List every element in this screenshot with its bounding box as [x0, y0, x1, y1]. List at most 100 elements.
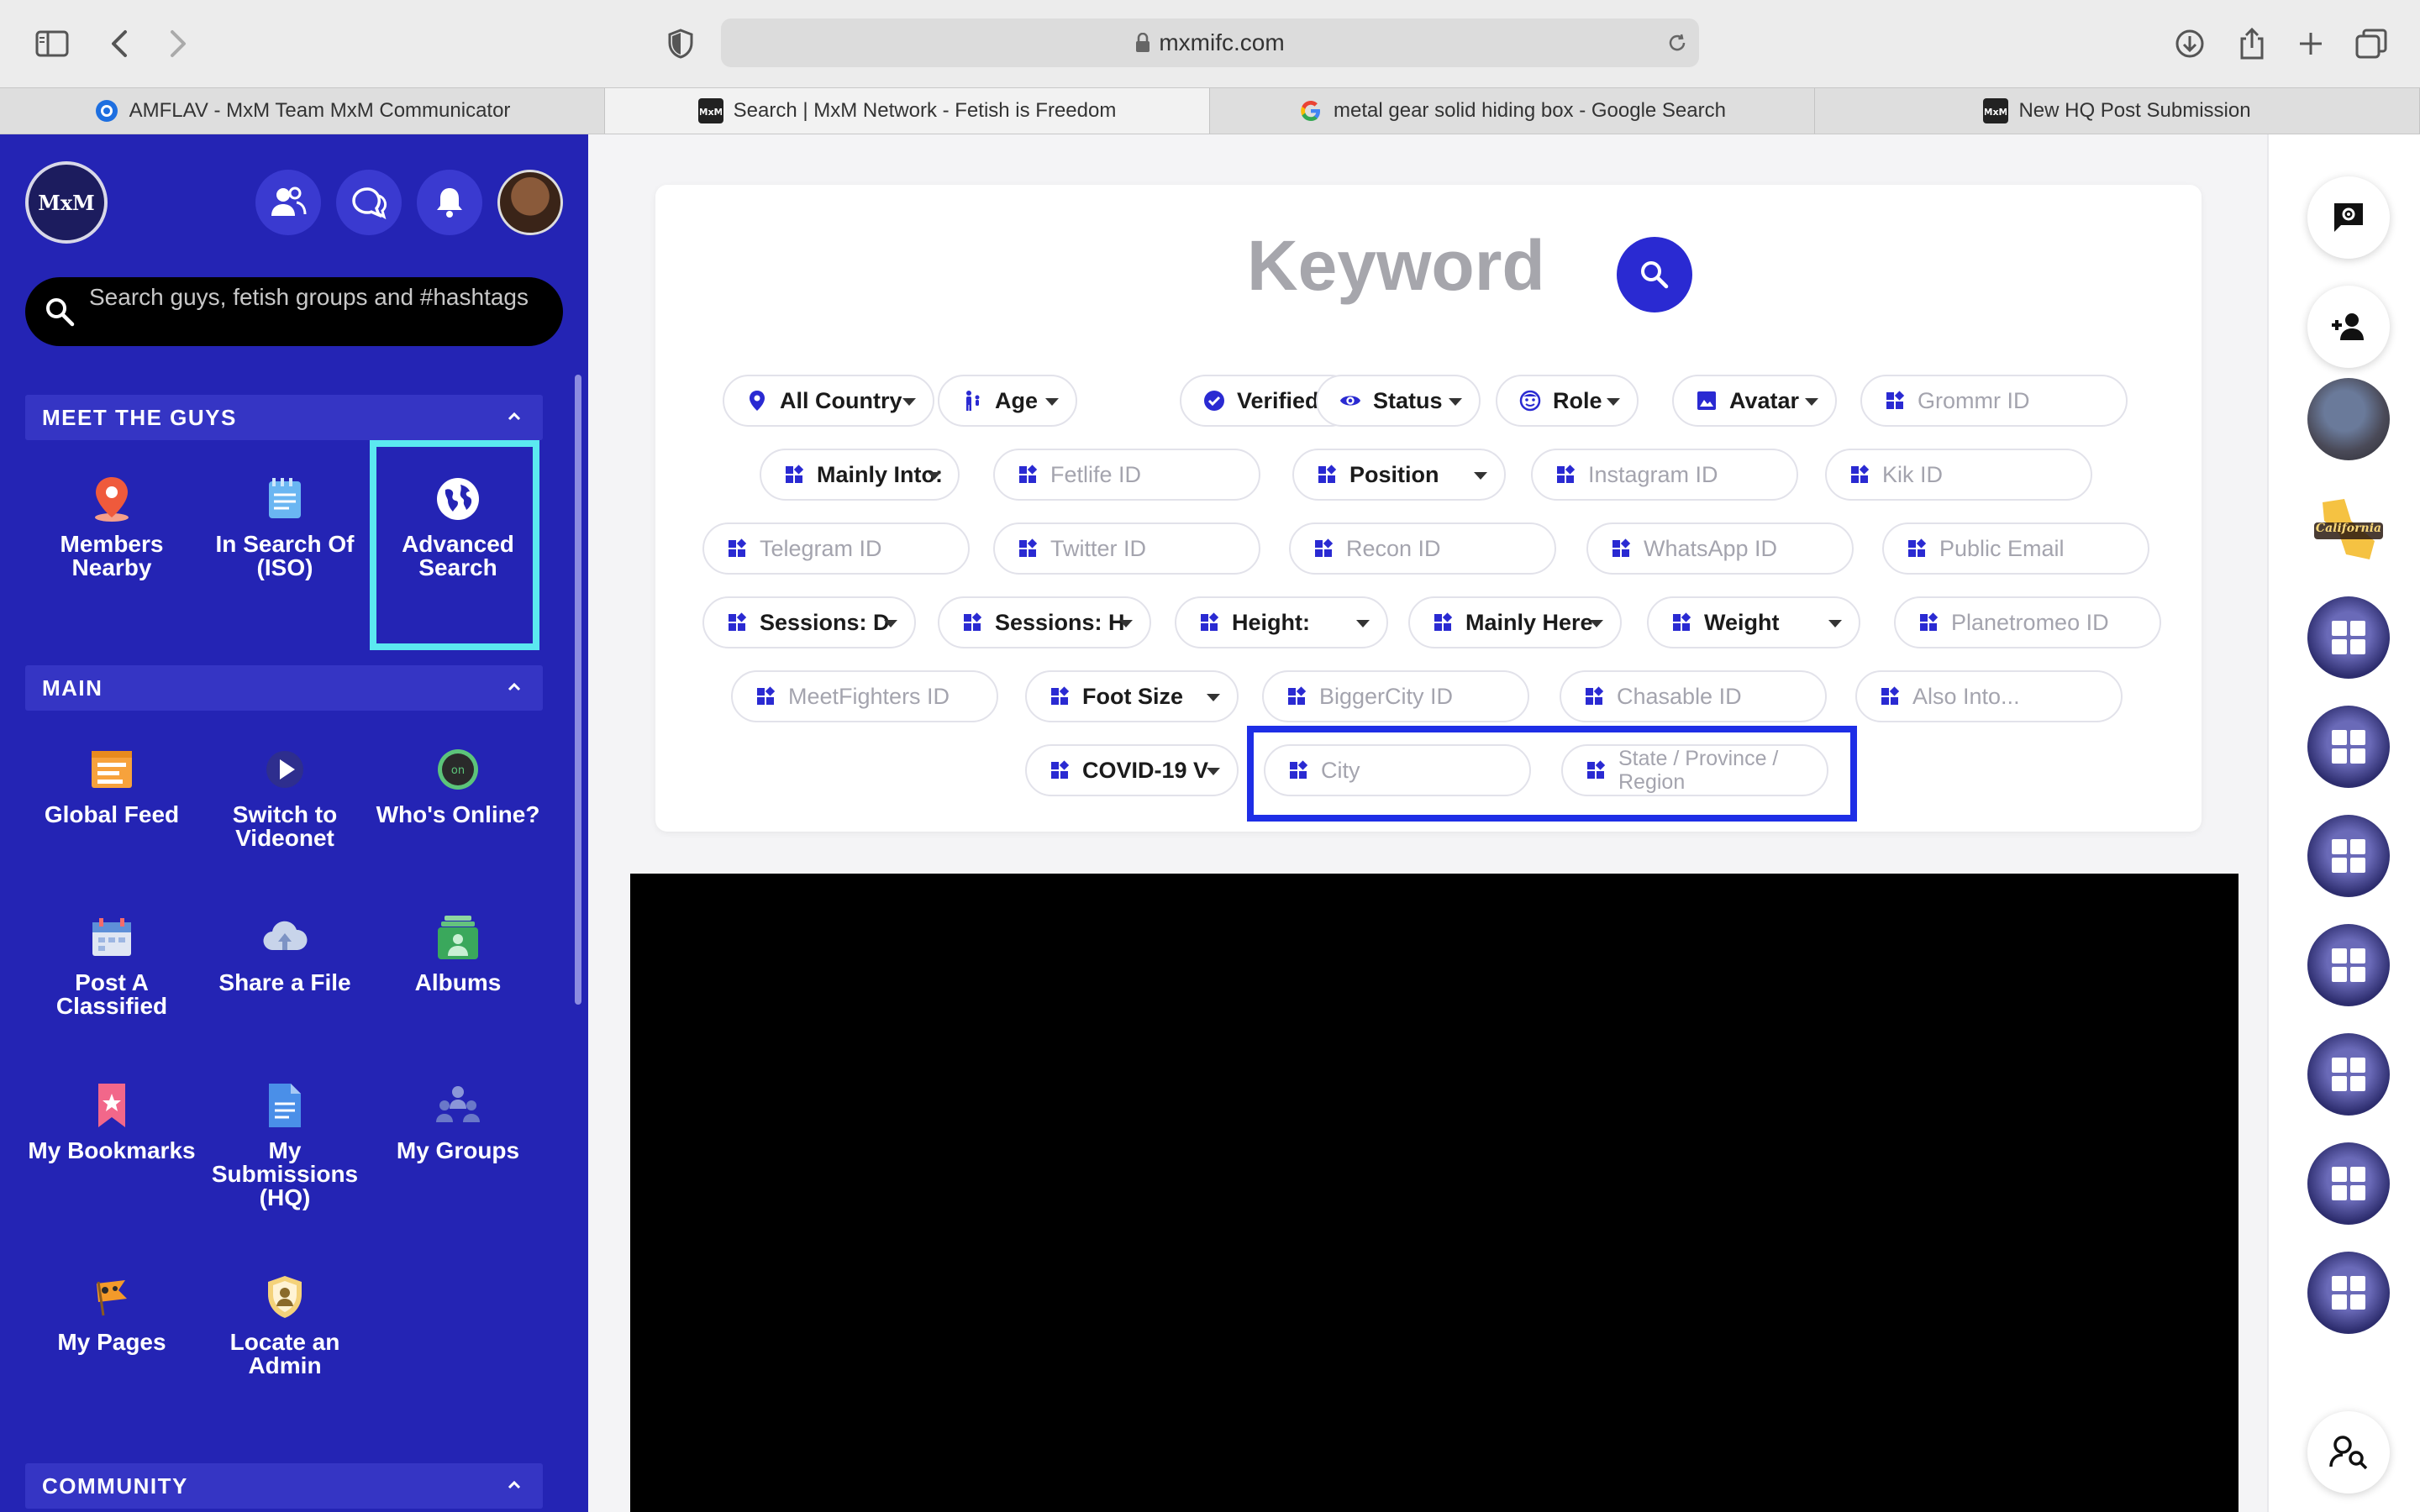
section-header-meet-the-guys[interactable]: MEET THE GUYS: [25, 395, 543, 440]
share-icon[interactable]: [2233, 25, 2270, 62]
caret-down-icon: [1474, 472, 1487, 480]
field-fetlife-id[interactable]: Fetlife ID: [993, 449, 1260, 501]
menu-item-members-nearby[interactable]: Members Nearby: [25, 475, 198, 580]
chat-settings-button[interactable]: [2307, 176, 2390, 259]
menu-item-my-submissions[interactable]: My Submissions (HQ): [198, 1082, 371, 1210]
dropdown-covid-19-v[interactable]: COVID-19 V: [1025, 744, 1239, 796]
privacy-shield-icon[interactable]: [662, 25, 699, 62]
avatar[interactable]: [2307, 924, 2390, 1006]
site-logo[interactable]: MxM: [25, 161, 108, 244]
dropdown-sessions-d[interactable]: Sessions: D: [702, 596, 916, 648]
dropdown-position[interactable]: Position: [1292, 449, 1506, 501]
section-header-main[interactable]: MAIN: [25, 665, 543, 711]
field-twitter-id[interactable]: Twitter ID: [993, 522, 1260, 575]
field-telegram-id[interactable]: Telegram ID: [702, 522, 970, 575]
menu-item-label: Albums: [414, 969, 502, 995]
tab-google[interactable]: metal gear solid hiding box - Google Sea…: [1210, 88, 1815, 134]
dropdown-all-country[interactable]: All Country: [723, 375, 934, 427]
dropdown-height[interactable]: Height:: [1175, 596, 1388, 648]
reload-icon[interactable]: [1667, 33, 1687, 53]
avatar[interactable]: [497, 170, 563, 235]
avatar[interactable]: [2307, 815, 2390, 897]
add-friend-button[interactable]: [2307, 286, 2390, 368]
sidebar-toggle-icon[interactable]: [34, 25, 71, 62]
dropdown-mainly-into[interactable]: Mainly Into:: [760, 449, 960, 501]
avatar[interactable]: [2307, 1252, 2390, 1334]
dropdown-sessions-h[interactable]: Sessions: H: [938, 596, 1151, 648]
chevron-up-icon[interactable]: [506, 1477, 523, 1494]
friends-button[interactable]: [255, 170, 321, 235]
menu-item-post-classified[interactable]: Post A Classified: [25, 914, 198, 1018]
document-icon: [261, 1082, 308, 1129]
sidebar-scrollbar[interactable]: [575, 375, 581, 1005]
menu-item-locate-admin[interactable]: Locate an Admin: [198, 1273, 371, 1378]
field-biggercity-id[interactable]: BiggerCity ID: [1262, 670, 1529, 722]
chevron-up-icon[interactable]: [506, 408, 523, 425]
avatar[interactable]: [2307, 378, 2390, 460]
keyword-search-button[interactable]: [1617, 237, 1692, 312]
dropdown-label: Status: [1373, 387, 1443, 413]
menu-item-switch-videonet[interactable]: Switch to Videonet: [198, 746, 371, 850]
field-placeholder: Instagram ID: [1588, 461, 1718, 487]
download-icon[interactable]: [2171, 25, 2208, 62]
caret-down-icon: [1356, 620, 1370, 627]
field-grommr-id[interactable]: Grommr ID: [1860, 375, 2128, 427]
grid-icon: [2332, 621, 2365, 654]
tab-hq-post[interactable]: MxM New HQ Post Submission: [1815, 88, 2420, 134]
address-bar[interactable]: mxmifc.com: [721, 18, 1699, 67]
user-search-button[interactable]: [2307, 1411, 2390, 1494]
dropdown-age[interactable]: Age: [938, 375, 1077, 427]
dropdown-label: All Country: [780, 387, 902, 413]
notifications-button[interactable]: [417, 170, 482, 235]
menu-item-my-pages[interactable]: My Pages: [25, 1273, 198, 1354]
caret-down-icon: [1207, 768, 1220, 775]
search-input[interactable]: Search guys, fetish groups and #hashtags: [25, 277, 563, 346]
caret-down-icon: [1449, 398, 1462, 406]
messages-button[interactable]: [336, 170, 402, 235]
tab-search[interactable]: MxM Search | MxM Network - Fetish is Fre…: [605, 88, 1210, 134]
browser-toolbar: mxmifc.com: [0, 0, 2420, 87]
field-public-email[interactable]: Public Email: [1882, 522, 2149, 575]
dropdown-avatar[interactable]: Avatar: [1672, 375, 1837, 427]
widget-icon: [1432, 612, 1454, 633]
avatar[interactable]: [2307, 596, 2390, 679]
dropdown-foot-size[interactable]: Foot Size: [1025, 670, 1239, 722]
widget-icon: [783, 464, 805, 486]
menu-item-my-groups[interactable]: My Groups: [371, 1082, 544, 1163]
menu-item-whos-online[interactable]: on Who's Online?: [371, 746, 544, 827]
avatar[interactable]: [2307, 1033, 2390, 1116]
forward-arrow-icon[interactable]: [160, 25, 197, 62]
field-kik-id[interactable]: Kik ID: [1825, 449, 2092, 501]
calendar-icon: [88, 914, 135, 961]
field-whatsapp-id[interactable]: WhatsApp ID: [1586, 522, 1854, 575]
menu-item-in-search-of[interactable]: In Search Of (ISO): [198, 475, 371, 580]
video-player[interactable]: [630, 874, 2238, 1512]
chevron-up-icon[interactable]: [506, 679, 523, 696]
menu-item-global-feed[interactable]: Global Feed: [25, 746, 198, 827]
caret-down-icon: [1045, 398, 1059, 406]
dropdown-role[interactable]: Role: [1496, 375, 1639, 427]
field-meetfighters-id[interactable]: MeetFighters ID: [731, 670, 998, 722]
dropdown-mainly-here[interactable]: Mainly Here: [1408, 596, 1622, 648]
menu-item-share-file[interactable]: Share a File: [198, 914, 371, 995]
section-title: MEET THE GUYS: [42, 404, 237, 430]
new-tab-plus-icon[interactable]: [2292, 25, 2329, 62]
field-instagram-id[interactable]: Instagram ID: [1531, 449, 1798, 501]
section-header-community[interactable]: COMMUNITY: [25, 1463, 543, 1509]
dropdown-status[interactable]: Status: [1316, 375, 1481, 427]
avatar[interactable]: [2307, 706, 2390, 788]
tab-overview-icon[interactable]: [2353, 25, 2390, 62]
back-arrow-icon[interactable]: [101, 25, 138, 62]
menu-item-albums[interactable]: Albums: [371, 914, 544, 995]
field-recon-id[interactable]: Recon ID: [1289, 522, 1556, 575]
keyword-label[interactable]: Keyword: [1247, 225, 1545, 307]
field-chasable-id[interactable]: Chasable ID: [1560, 670, 1827, 722]
dropdown-label: Sessions: H: [995, 609, 1125, 635]
menu-item-my-bookmarks[interactable]: My Bookmarks: [25, 1082, 198, 1163]
dropdown-weight[interactable]: Weight: [1647, 596, 1860, 648]
avatar[interactable]: California: [2307, 487, 2390, 570]
avatar[interactable]: [2307, 1142, 2390, 1225]
field-planetromeo-id[interactable]: Planetromeo ID: [1894, 596, 2161, 648]
tab-amflav[interactable]: AMFLAV - MxM Team MxM Communicator: [0, 88, 605, 134]
field-also-into[interactable]: Also Into...: [1855, 670, 2123, 722]
